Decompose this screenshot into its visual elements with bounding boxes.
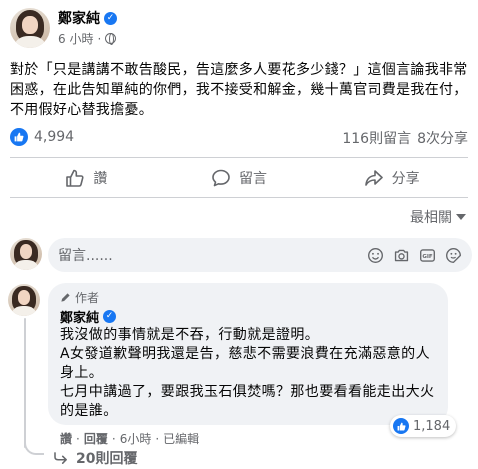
- gif-icon[interactable]: GIF: [419, 247, 436, 264]
- reaction-count[interactable]: 4,994: [34, 129, 74, 145]
- share-count[interactable]: 8次分享: [417, 128, 468, 148]
- comment-button[interactable]: 留言: [163, 161, 316, 195]
- comment-sort-dropdown[interactable]: 最相關: [410, 207, 466, 227]
- reply-arrow-icon: [54, 452, 67, 464]
- comment-line: A女發道歉聲明我還是告，慈悲不需要浪費在充滿惡意的人身上。: [60, 346, 430, 381]
- comment-line: 我沒做的事情就是不吞，行動就是證明。: [60, 327, 320, 343]
- divider: [10, 197, 468, 198]
- comment-composer[interactable]: 留言...... GIF: [48, 238, 472, 272]
- comment-line: 七月中講過了，要跟我玉石俱焚嗎？那也要看看能走出大火的是誰。: [60, 384, 435, 419]
- composer-tools: GIF: [367, 247, 462, 264]
- author-tag-label: 作者: [75, 290, 100, 305]
- divider: [10, 157, 468, 158]
- verified-badge-icon: ✓: [104, 11, 117, 25]
- pencil-icon: [61, 292, 70, 302]
- emoji-icon[interactable]: [367, 247, 384, 264]
- comment-meta: 讚 · 回覆 · 6小時 · 已編輯: [60, 430, 199, 447]
- meta-separator: ·: [155, 431, 160, 446]
- meta-separator: ·: [76, 431, 80, 446]
- post-author-avatar[interactable]: [10, 8, 50, 48]
- like-reaction-icon: [393, 418, 409, 434]
- comment-input-placeholder[interactable]: 留言......: [58, 245, 367, 265]
- globe-icon[interactable]: [105, 33, 117, 45]
- thumbs-up-icon: [66, 169, 84, 187]
- comment-author-avatar[interactable]: [8, 284, 40, 316]
- meta-separator: ·: [111, 431, 116, 446]
- view-replies-button[interactable]: 20則回覆: [54, 448, 137, 468]
- like-button-label: 讚: [93, 171, 108, 187]
- comment-reaction-summary[interactable]: 1,184: [390, 415, 457, 437]
- composer-avatar: [10, 238, 42, 270]
- comment-time[interactable]: 6小時: [120, 430, 152, 447]
- engagement-counts: 116則留言 8次分享: [342, 128, 468, 148]
- share-button-label: 分享: [391, 171, 420, 187]
- sticker-icon[interactable]: [445, 247, 462, 264]
- reaction-summary[interactable]: 4,994: [10, 128, 74, 146]
- comment-text: 我沒做的事情就是不吞，行動就是證明。 A女發道歉聲明我還是告，慈悲不需要浪費在充…: [60, 326, 436, 421]
- comment-bubble: 作者 鄭家純 ✓ 我沒做的事情就是不吞，行動就是證明。 A女發道歉聲明我還是告，…: [48, 283, 448, 425]
- post-text: 對於「只是講講不敢告酸民，告這麼多人要花多少錢？」這個言論我非常困惑，在此告知單…: [10, 62, 468, 118]
- post-action-bar: 讚 留言 分享: [10, 161, 468, 195]
- post-time[interactable]: 6 小時: [58, 30, 93, 47]
- post-meta: 6 小時 ·: [58, 30, 117, 47]
- post-author-name[interactable]: 鄭家純 ✓: [58, 8, 117, 28]
- reply-thread-line: [24, 318, 26, 448]
- sort-label: 最相關: [410, 210, 452, 226]
- comment-reaction-count[interactable]: 1,184: [413, 419, 450, 434]
- view-replies-label: 20則回覆: [76, 451, 138, 467]
- comment-icon: [212, 169, 230, 187]
- comment-count[interactable]: 116則留言: [342, 128, 411, 148]
- chevron-down-icon: [456, 214, 466, 220]
- comment-like-link[interactable]: 讚: [60, 430, 72, 447]
- like-button[interactable]: 讚: [10, 161, 163, 195]
- like-reaction-icon: [10, 128, 28, 146]
- reply-thread-curve: [24, 435, 44, 455]
- comment-edited-label: 已編輯: [163, 432, 200, 446]
- svg-text:GIF: GIF: [422, 254, 433, 260]
- comment-button-label: 留言: [239, 171, 267, 187]
- comment-author-name[interactable]: 鄭家純 ✓: [60, 307, 436, 326]
- author-tag: 作者: [60, 289, 436, 305]
- meta-separator: ·: [97, 31, 102, 46]
- comment-reply-link[interactable]: 回覆: [84, 430, 108, 447]
- share-button[interactable]: 分享: [315, 161, 468, 195]
- post-author-name-text[interactable]: 鄭家純: [58, 8, 100, 28]
- verified-badge-icon: ✓: [103, 309, 117, 323]
- share-icon: [364, 170, 383, 186]
- comment-author-name-text[interactable]: 鄭家純: [60, 307, 99, 326]
- camera-icon[interactable]: [393, 247, 410, 264]
